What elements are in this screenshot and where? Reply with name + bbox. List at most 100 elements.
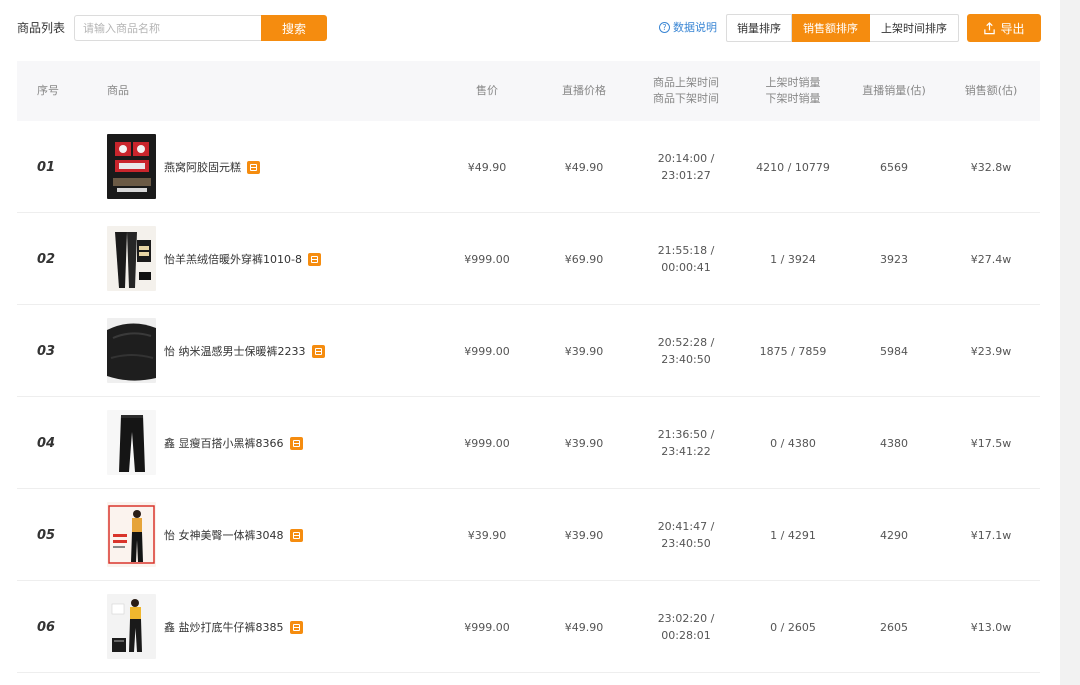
product-name[interactable]: 怡羊羔绒倍暖外穿裤1010-8: [164, 251, 302, 267]
product-name[interactable]: 怡 纳米温感男士保暖裤2233: [164, 343, 306, 359]
sort-button-group: 销量排序 销售额排序 上架时间排序: [726, 14, 959, 42]
product-table: 序号 商品 售价 直播价格 商品上架时间 商品下架时间 上架时销量 下架时销量 …: [17, 61, 1040, 673]
header-sales-line2: 下架时销量: [765, 92, 821, 105]
product-thumbnail[interactable]: [107, 502, 156, 567]
price-cell: ¥999.00: [464, 344, 510, 358]
product-thumbnail[interactable]: [107, 226, 156, 291]
on-time: 20:14:00 /: [657, 152, 715, 165]
product-name-cell: 鑫 盐炒打底牛仔裤8385: [164, 581, 303, 673]
product-card-icon[interactable]: [307, 252, 321, 266]
row-rank: 06: [37, 619, 56, 635]
export-button[interactable]: 导出: [967, 14, 1041, 42]
search-button[interactable]: 搜索: [261, 15, 327, 41]
product-card-icon[interactable]: [311, 344, 325, 358]
product-name-cell: 怡 女神美臀一体裤3048: [164, 489, 303, 581]
on-time: 21:55:18 /: [657, 244, 715, 257]
revenue-cell: ¥17.5w: [970, 436, 1012, 450]
row-rank: 04: [37, 435, 56, 451]
row-rank: 01: [37, 159, 56, 175]
page-title: 商品列表: [17, 21, 66, 35]
live-sales-cell: 6569: [880, 160, 908, 174]
sales-cell: 0 / 2605: [770, 620, 816, 634]
table-row[interactable]: 04 鑫 显瘦百搭小黑裤8366 ¥999.00 ¥39.90 21:36:50…: [17, 397, 1040, 489]
live-price-cell: ¥69.90: [564, 252, 604, 266]
off-time: 23:40:50: [661, 353, 711, 366]
search-input[interactable]: [74, 15, 262, 41]
header-live-sales: 直播销量(估): [862, 84, 926, 97]
listing-time-cell: 23:02:20 / 00:28:01: [631, 581, 741, 673]
product-card-icon[interactable]: [289, 528, 303, 542]
table-row[interactable]: 05 怡 女神美臀一体裤3048 ¥39.90 ¥39.90 20:41:47 …: [17, 489, 1040, 581]
revenue-cell: ¥13.0w: [970, 620, 1012, 634]
header-listing-time-line1: 商品上架时间: [653, 76, 719, 89]
table-row[interactable]: 03 怡 纳米温感男士保暖裤2233 ¥999.00 ¥39.90 20:52:…: [17, 305, 1040, 397]
off-time: 23:01:27: [661, 169, 711, 182]
listing-time-cell: 20:41:47 / 23:40:50: [631, 489, 741, 581]
product-thumbnail[interactable]: [107, 594, 156, 659]
export-label: 导出: [1000, 21, 1025, 36]
on-time: 20:41:47 /: [657, 520, 715, 533]
sales-cell: 0 / 4380: [770, 436, 816, 450]
header-index: 序号: [37, 84, 59, 97]
revenue-cell: ¥17.1w: [970, 528, 1012, 542]
page-scrollbar[interactable]: [1060, 0, 1080, 685]
product-name-cell: 鑫 显瘦百搭小黑裤8366: [164, 397, 303, 489]
live-price-cell: ¥49.90: [564, 160, 604, 174]
table-header: 序号 商品 售价 直播价格 商品上架时间 商品下架时间 上架时销量 下架时销量 …: [17, 61, 1040, 121]
product-name[interactable]: 鑫 盐炒打底牛仔裤8385: [164, 619, 284, 635]
price-cell: ¥39.90: [467, 528, 507, 542]
product-card-icon[interactable]: [247, 160, 260, 174]
table-row[interactable]: 01 燕窝阿胶固元糕 ¥49.90 ¥49.90 20:14:00 / 23:0…: [17, 121, 1040, 213]
header-sales-at-listing: 上架时销量 下架时销量: [738, 61, 848, 121]
header-price: 售价: [476, 84, 498, 97]
product-thumbnail[interactable]: [107, 410, 156, 475]
product-thumbnail[interactable]: [107, 318, 156, 383]
product-name[interactable]: 怡 女神美臀一体裤3048: [164, 527, 284, 543]
product-card-icon[interactable]: [289, 436, 303, 450]
on-time: 21:36:50 /: [657, 428, 715, 441]
off-time: 00:00:41: [661, 261, 711, 274]
header-live-price: 直播价格: [562, 84, 606, 97]
toolbar: 商品列表 搜索 ? 数据说明 销量排序 销售额排序 上架时间排序 导出: [0, 0, 1060, 56]
live-sales-cell: 4380: [880, 436, 908, 450]
header-listing-time: 商品上架时间 商品下架时间: [631, 61, 741, 121]
product-name-cell: 怡羊羔绒倍暖外穿裤1010-8: [164, 213, 321, 305]
product-card-icon[interactable]: [289, 620, 303, 634]
table-row[interactable]: 02 怡羊羔绒倍暖外穿裤1010-8 ¥999.00 ¥69.90 21:55:…: [17, 213, 1040, 305]
price-cell: ¥999.00: [464, 620, 510, 634]
listing-time-cell: 20:52:28 / 23:40:50: [631, 305, 741, 397]
off-time: 23:40:50: [661, 537, 711, 550]
live-price-cell: ¥39.90: [564, 528, 604, 542]
sort-by-revenue-button[interactable]: 销售额排序: [792, 14, 870, 42]
table-row[interactable]: 06 鑫 盐炒打底牛仔裤8385 ¥999.00 ¥49.90 23:02:20…: [17, 581, 1040, 673]
question-circle-icon: ?: [659, 21, 670, 33]
product-name-cell: 燕窝阿胶固元糕: [164, 121, 260, 213]
revenue-cell: ¥27.4w: [970, 252, 1012, 266]
row-rank: 05: [37, 527, 56, 543]
sort-by-sales-button[interactable]: 销量排序: [726, 14, 792, 42]
live-sales-cell: 4290: [880, 528, 908, 542]
on-time: 23:02:20 /: [657, 612, 715, 625]
listing-time-cell: 21:55:18 / 00:00:41: [631, 213, 741, 305]
off-time: 00:28:01: [661, 629, 711, 642]
product-name[interactable]: 鑫 显瘦百搭小黑裤8366: [164, 435, 284, 451]
sort-by-listing-time-button[interactable]: 上架时间排序: [870, 14, 959, 42]
price-cell: ¥999.00: [464, 436, 510, 450]
off-time: 23:41:22: [661, 445, 711, 458]
on-time: 20:52:28 /: [657, 336, 715, 349]
live-price-cell: ¥49.90: [564, 620, 604, 634]
live-price-cell: ¥39.90: [564, 436, 604, 450]
product-name[interactable]: 燕窝阿胶固元糕: [164, 159, 241, 175]
revenue-cell: ¥32.8w: [970, 160, 1012, 174]
sales-cell: 4210 / 10779: [756, 160, 830, 174]
product-name-cell: 怡 纳米温感男士保暖裤2233: [164, 305, 325, 397]
data-help-link[interactable]: ? 数据说明: [659, 19, 717, 35]
product-thumbnail[interactable]: [107, 134, 156, 199]
listing-time-cell: 20:14:00 / 23:01:27: [631, 121, 741, 213]
header-revenue: 销售额(估): [964, 84, 1018, 97]
sales-cell: 1 / 4291: [770, 528, 816, 542]
row-rank: 02: [37, 251, 56, 267]
header-sales-line1: 上架时销量: [765, 76, 821, 89]
live-sales-cell: 2605: [880, 620, 908, 634]
revenue-cell: ¥23.9w: [970, 344, 1012, 358]
